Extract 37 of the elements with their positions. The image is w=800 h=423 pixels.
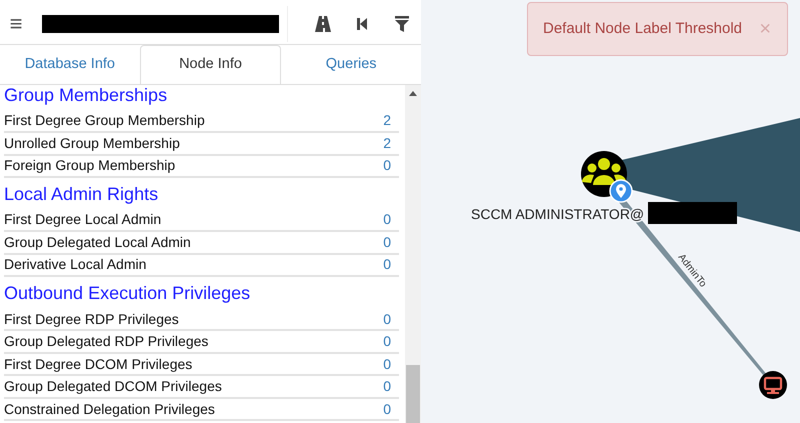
row-label: First Degree Group Membership — [4, 111, 205, 130]
section-heading: Group Memberships — [4, 85, 168, 107]
count-link[interactable]: 0 — [383, 308, 391, 330]
menu-button[interactable]: ≡ — [0, 12, 32, 34]
count-link[interactable]: 0 — [383, 331, 391, 352]
row-label: First Degree RDP Privileges — [4, 310, 179, 329]
count-link[interactable]: 0 — [383, 354, 391, 375]
alert-text: Default Node Label Threshold — [543, 18, 742, 39]
row-label: Group Delegated RDP Privileges — [4, 332, 208, 352]
pin-badge-icon — [609, 179, 633, 203]
row-label: First Degree Local Admin — [4, 210, 162, 230]
row-label: First Degree DCOM Privileges — [4, 354, 192, 374]
count-link[interactable]: 0 — [383, 398, 391, 420]
row-label: Group Delegated DCOM Privileges — [4, 377, 222, 396]
count-link[interactable]: 0 — [383, 232, 391, 253]
node-label: SCCM ADMINISTRATOR@ — [471, 206, 644, 222]
count-link[interactable]: 0 — [383, 209, 391, 230]
road-icon — [314, 14, 332, 32]
count-link[interactable]: 2 — [383, 110, 391, 132]
row-label: Foreign Group Membership — [4, 156, 176, 176]
count-link[interactable]: 2 — [383, 132, 391, 154]
row-label: Group Delegated Local Admin — [4, 232, 191, 252]
computer-node[interactable] — [759, 371, 787, 399]
filter-icon — [394, 16, 408, 32]
scrollbar[interactable] — [405, 85, 421, 423]
row-label: Derivative Local Admin — [4, 255, 146, 274]
row-label: Constrained Delegation Privileges — [4, 400, 215, 419]
count-link[interactable]: 0 — [383, 376, 391, 398]
section-heading: Local Admin Rights — [4, 184, 160, 206]
tab[interactable]: Node Info — [140, 45, 282, 84]
row-label: Unrolled Group Membership — [4, 134, 180, 153]
section-heading: Outbound Execution Privileges — [4, 283, 252, 305]
step-back-icon — [356, 16, 368, 30]
scroll-up-icon[interactable] — [409, 91, 417, 96]
scrollbar-thumb[interactable] — [406, 365, 420, 423]
count-link[interactable]: 0 — [383, 254, 391, 276]
count-link[interactable]: 0 — [383, 155, 391, 176]
